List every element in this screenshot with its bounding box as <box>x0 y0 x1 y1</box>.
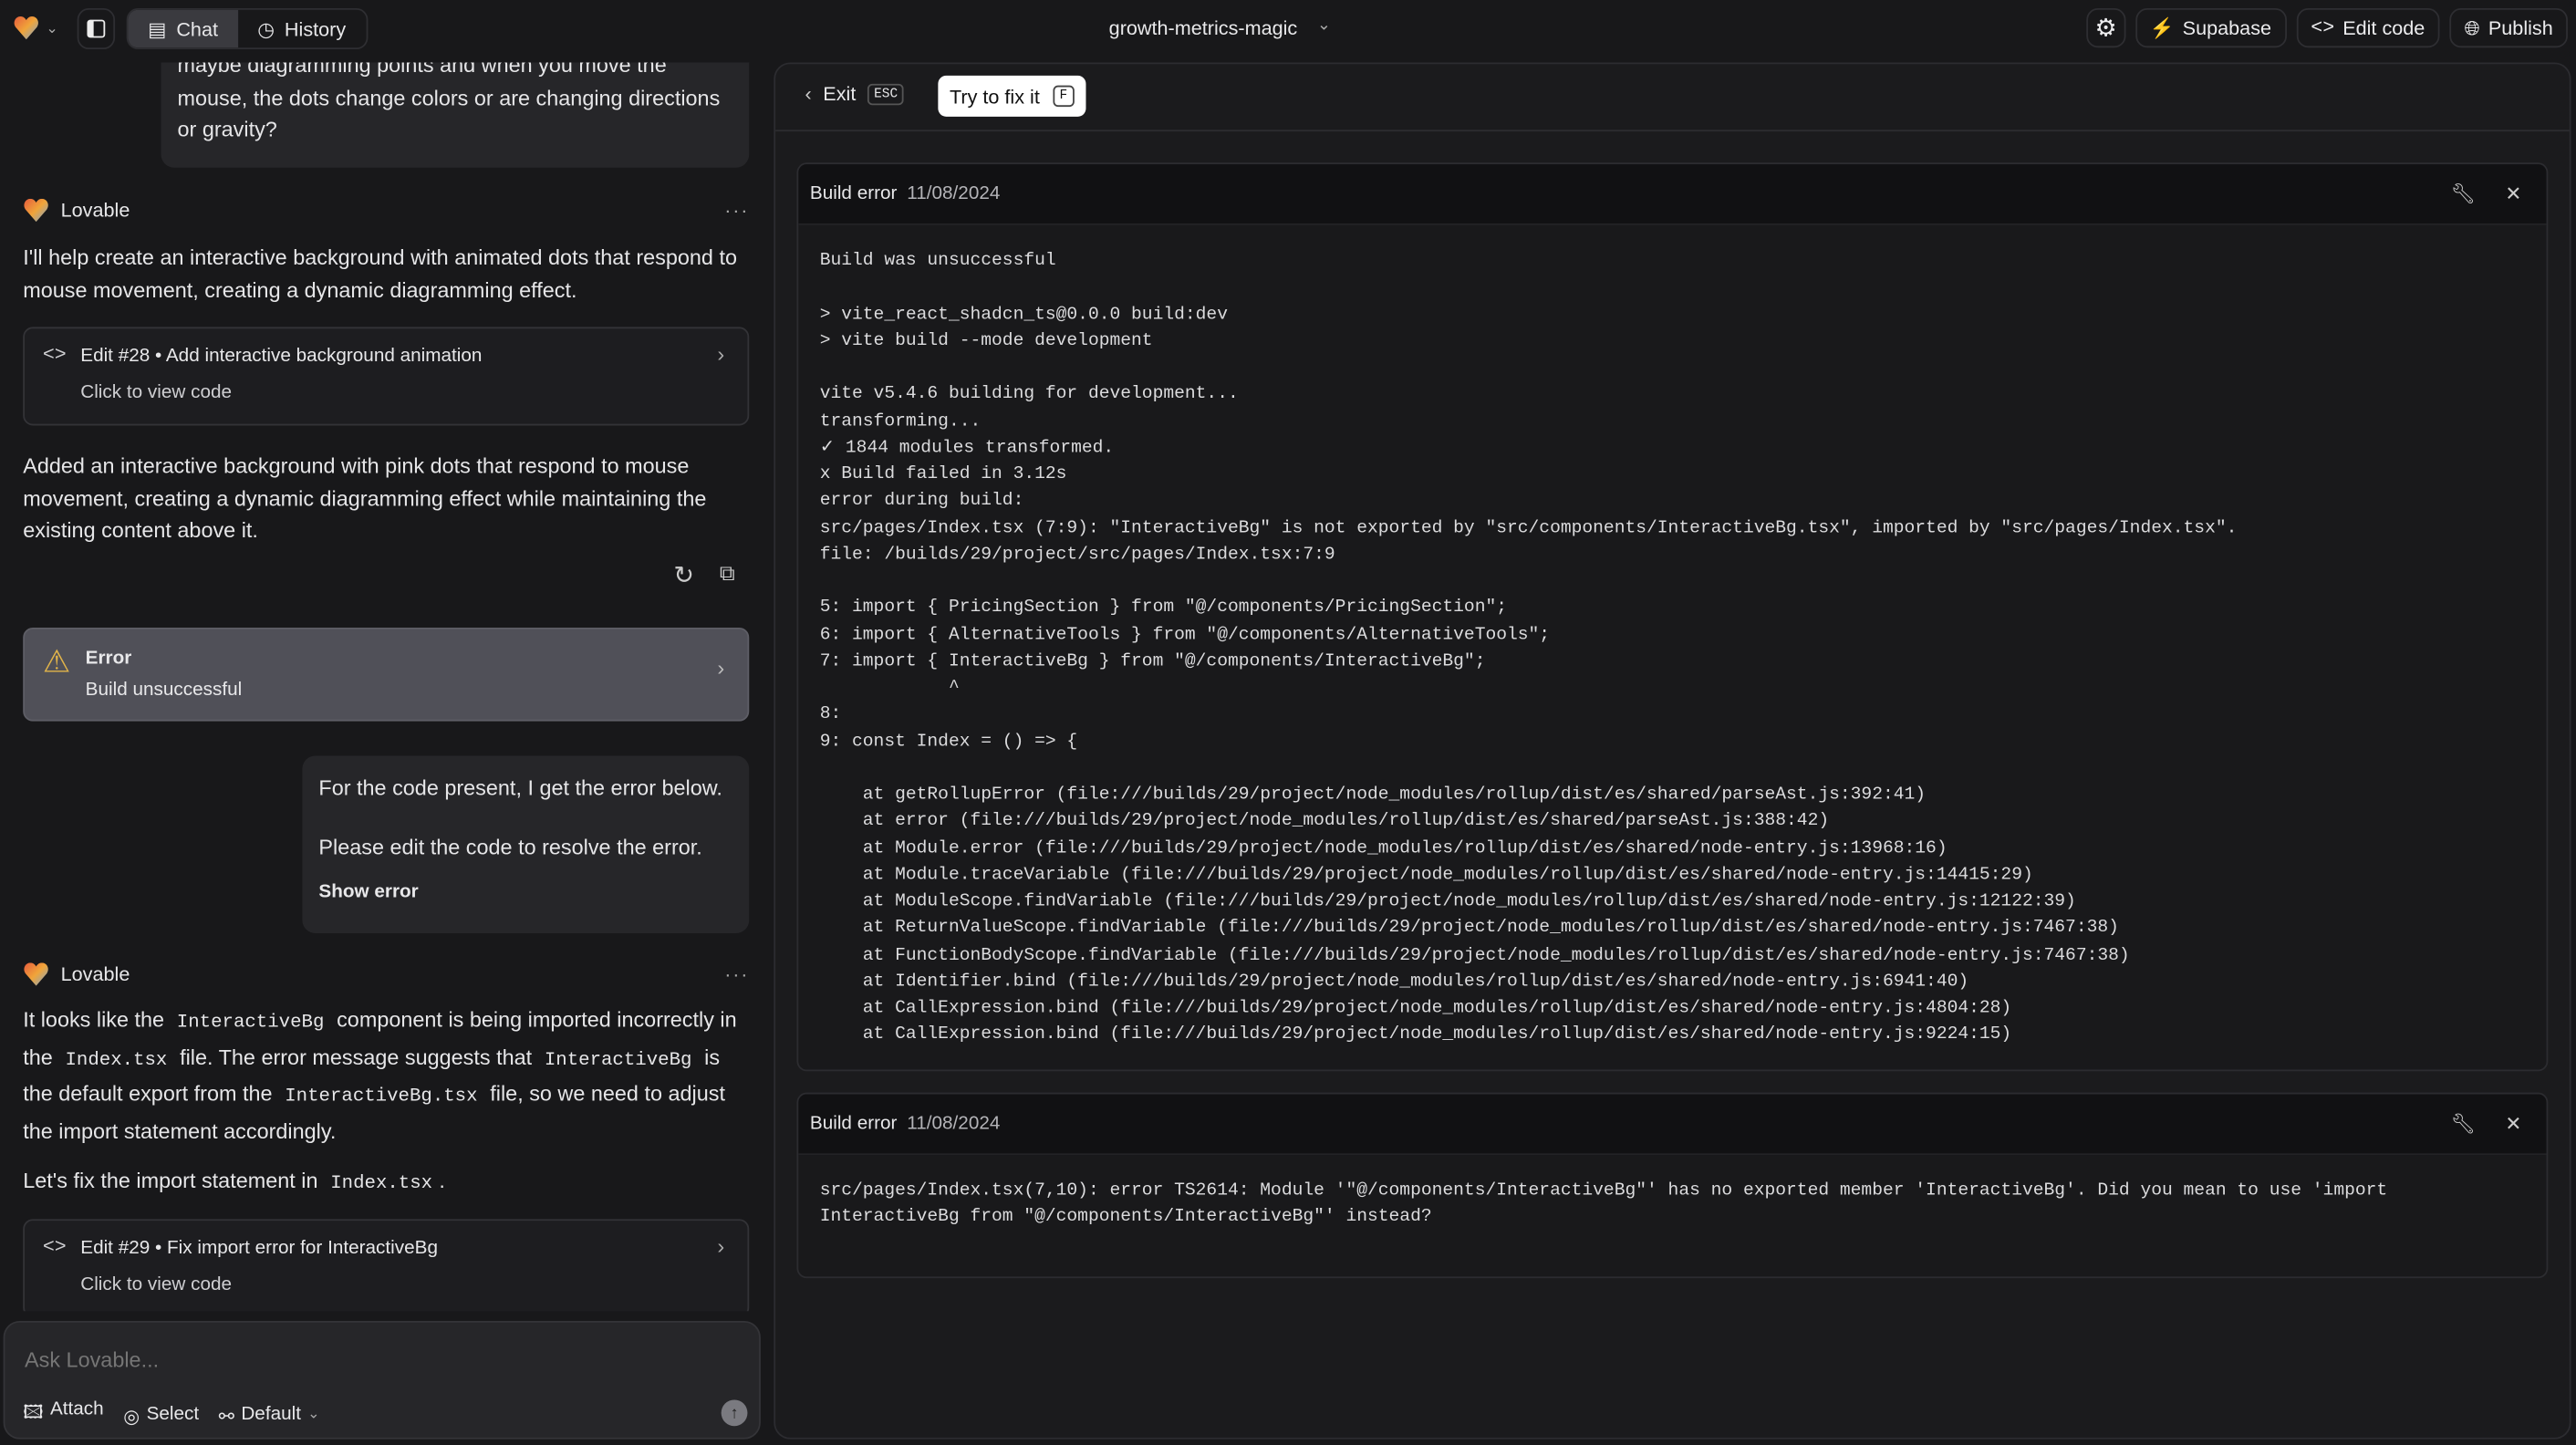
image-attach-icon: 🖾︎ <box>23 1403 44 1423</box>
assistant-message: Let's fix the import statement in Index.… <box>23 1168 445 1195</box>
build-log: Build was unsuccessful > vite_react_shad… <box>819 251 2238 1045</box>
warning-icon: ⚠ <box>42 645 71 681</box>
chat-composer: 🖾︎Attach ◎Select ⚯Default⌄ ↑ <box>3 1321 761 1440</box>
assistant-header: Lovable ··· <box>23 960 749 989</box>
lovable-avatar-icon <box>23 197 49 224</box>
panel-toolbar: ‹ Exit ESC Try to fix it F <box>775 64 2570 132</box>
app-root: ⌄ ▤ Chat ◷ History growth-metrics-magic ⌄ ⚙… <box>0 0 2576 1445</box>
chevron-right-icon: › <box>717 1233 725 1259</box>
edit-card[interactable]: <> Edit #29 • Fix import error for Inter… <box>23 1219 750 1312</box>
send-button[interactable]: ↑ <box>721 1399 748 1427</box>
wrench-icon[interactable]: 🔧︎ <box>2451 182 2476 205</box>
build-error-card: Build error 11/08/2024 🔧︎ ✕ Build was unsuc… <box>796 162 2549 1072</box>
lovable-avatar-icon <box>23 962 49 988</box>
tab-chat[interactable]: ▤ Chat <box>128 9 238 48</box>
close-icon[interactable]: ✕ <box>2505 1112 2521 1135</box>
assistant-header: Lovable ··· <box>23 195 749 224</box>
sliders-icon: ⚯ <box>218 1407 235 1428</box>
refresh-icon[interactable]: ↻ <box>673 560 694 590</box>
error-card[interactable]: ⚠ Error Build unsuccessful › <box>23 627 750 722</box>
chat-thread: maybe diagramming points and when you mo… <box>0 62 772 1312</box>
user-message: For the code present, I get the error be… <box>302 755 750 933</box>
chevron-left-icon: ‹ <box>805 82 812 106</box>
tab-history[interactable]: ◷ History <box>238 10 366 47</box>
code-icon: <> <box>42 343 67 367</box>
select-button[interactable]: ◎ Select <box>123 1404 199 1427</box>
toggle-sidebar-button[interactable] <box>77 8 116 50</box>
supabase-button[interactable]: ⚡ Supabase <box>2135 8 2287 48</box>
code-icon: <> <box>2311 16 2335 40</box>
chat-input[interactable] <box>25 1342 715 1376</box>
chevron-down-icon: ⌄ <box>46 18 59 36</box>
assistant-message: I'll help create an interactive backgrou… <box>23 244 738 302</box>
chevron-down-icon: ⌄ <box>307 1403 320 1420</box>
logo-menu[interactable]: ⌄ <box>13 15 58 41</box>
attach-button[interactable]: 🖾︎ Attach <box>23 1399 103 1430</box>
build-error-card: Build error 11/08/2024 🔧︎ ✕ src/pages/Index… <box>796 1092 2549 1279</box>
target-icon: ◎ <box>123 1407 140 1428</box>
sidebar-icon <box>87 19 106 38</box>
try-to-fix-button[interactable]: Try to fix it F <box>938 75 1085 117</box>
assistant-message: Added an interactive background with pin… <box>23 453 707 543</box>
chat-icon: ▤ <box>148 16 167 41</box>
wrench-icon[interactable]: 🔧︎ <box>2451 1112 2476 1135</box>
gear-icon: ⚙ <box>2094 15 2117 43</box>
close-icon[interactable]: ✕ <box>2505 182 2521 205</box>
history-icon: ◷ <box>257 16 275 41</box>
supabase-bolt-icon: ⚡ <box>2149 16 2175 40</box>
more-options-icon[interactable]: ··· <box>724 199 749 222</box>
code-icon: <> <box>42 1235 67 1259</box>
external-link-icon[interactable]: ⧉ <box>720 560 735 587</box>
arrow-up-icon: ↑ <box>730 1403 739 1422</box>
view-tabs: ▤ Chat ◷ History <box>126 8 368 50</box>
project-switcher[interactable]: growth-metrics-magic ⌄ <box>1109 16 1331 39</box>
user-message: maybe diagramming points and when you mo… <box>161 62 750 168</box>
mode-dropdown[interactable]: ⚯ Default ⌄ <box>219 1404 320 1427</box>
publish-button[interactable]: 🌐︎ Publish <box>2449 8 2568 48</box>
show-error-link[interactable]: Show error <box>318 882 418 902</box>
assistant-message: It looks like the InteractiveBg componen… <box>23 1007 737 1143</box>
settings-button[interactable]: ⚙ <box>2086 8 2125 48</box>
lovable-logo-icon <box>13 15 39 41</box>
chevron-right-icon: › <box>717 655 725 681</box>
exit-button[interactable]: ‹ Exit ESC <box>805 82 905 106</box>
globe-icon: 🌐︎ <box>2464 16 2480 39</box>
error-panel: ‹ Exit ESC Try to fix it F Build error 11/08… <box>774 62 2571 1440</box>
chevron-down-icon: ⌄ <box>1316 16 1331 35</box>
build-log: src/pages/Index.tsx(7,10): error TS2614:… <box>819 1180 2388 1228</box>
edit-card[interactable]: <> Edit #28 • Add interactive background… <box>23 327 750 426</box>
top-bar: ⌄ ▤ Chat ◷ History growth-metrics-magic ⌄ ⚙… <box>0 0 2576 57</box>
chevron-right-icon: › <box>717 341 725 367</box>
edit-code-button[interactable]: <> Edit code <box>2296 8 2440 48</box>
more-options-icon[interactable]: ··· <box>724 962 749 985</box>
